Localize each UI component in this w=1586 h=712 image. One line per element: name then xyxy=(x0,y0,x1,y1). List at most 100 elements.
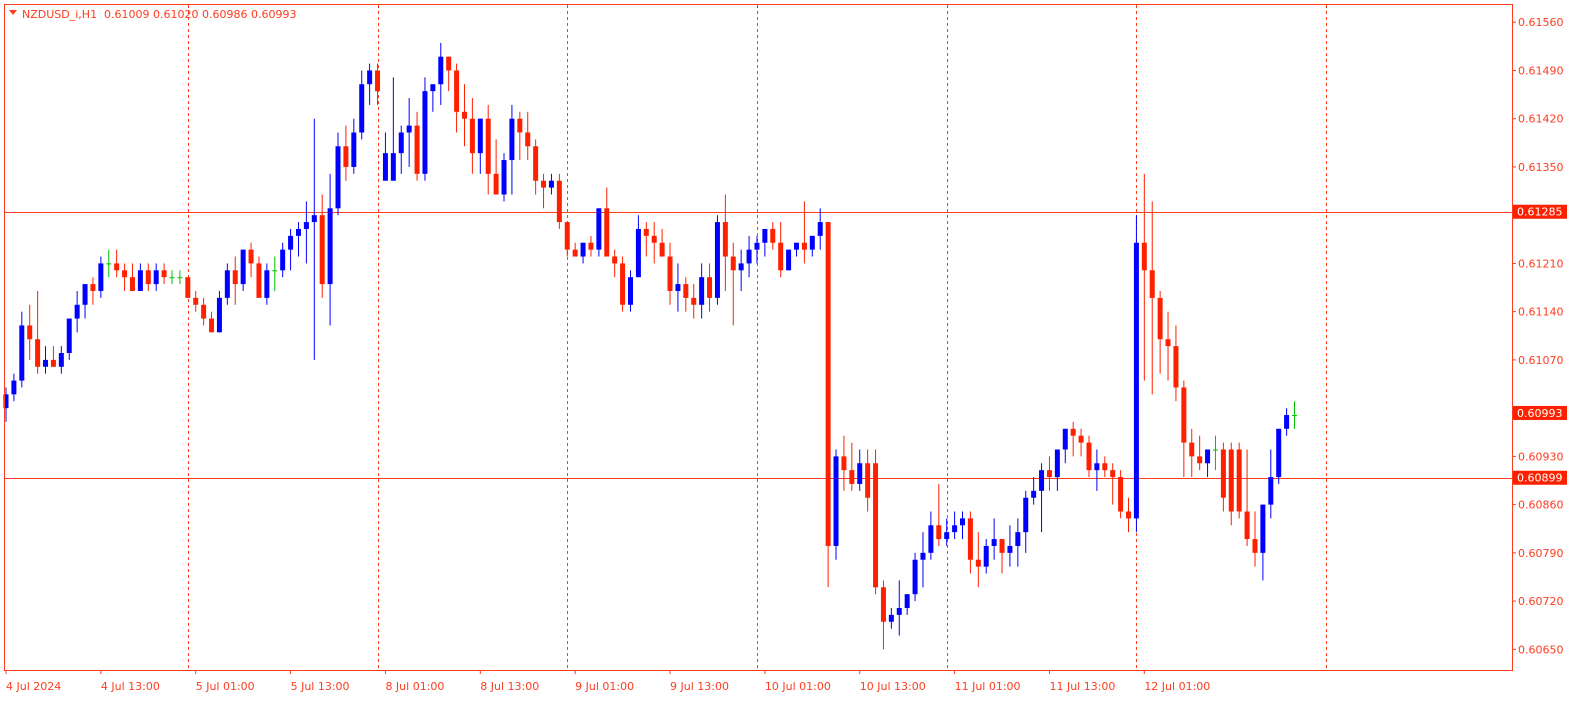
candle-body xyxy=(699,277,705,305)
candle-body xyxy=(461,111,467,119)
candle-body xyxy=(999,539,1005,553)
candle-body xyxy=(114,263,120,271)
price-label: 0.60899 xyxy=(1517,472,1563,485)
candle-body xyxy=(1039,470,1045,491)
candle-body xyxy=(730,256,736,271)
candle-body xyxy=(1031,490,1037,498)
candle-body xyxy=(406,125,412,133)
candle-body xyxy=(517,118,523,133)
candle-body xyxy=(509,118,515,161)
candle-body xyxy=(588,242,594,250)
time-tick-label: 9 Jul 13:00 xyxy=(670,680,729,693)
candle-body xyxy=(801,242,807,250)
candle-body xyxy=(232,270,238,285)
candle-body xyxy=(960,518,966,526)
candle-body xyxy=(873,463,879,588)
candle-body xyxy=(98,263,104,291)
candle-body xyxy=(541,180,547,188)
time-tick-label: 4 Jul 13:00 xyxy=(101,680,160,693)
time-tick-label: 4 Jul 2024 xyxy=(6,680,61,693)
candle-body xyxy=(564,222,570,250)
candle-body xyxy=(27,325,33,340)
candle-body xyxy=(201,304,207,319)
candle-body xyxy=(556,180,562,223)
candle-body xyxy=(896,607,902,615)
candle-body xyxy=(1260,504,1266,553)
candle-body xyxy=(920,552,926,560)
candlestick-chart[interactable]: 0.61560 0.61490 0.61420 0.61350 0.61285 0.612… xyxy=(0,0,1586,708)
candle-body xyxy=(327,208,333,285)
candle-body xyxy=(240,249,246,285)
candle-body xyxy=(19,325,25,381)
candle-body xyxy=(169,277,175,279)
candle-body xyxy=(627,277,633,305)
price-tick-label: 0.60860 xyxy=(1518,499,1564,512)
candle-body xyxy=(422,91,428,174)
time-tick-label: 5 Jul 13:00 xyxy=(291,680,350,693)
candle-body xyxy=(967,518,973,560)
candle xyxy=(556,173,562,229)
candle-body xyxy=(382,153,388,181)
candle-body xyxy=(1078,435,1084,443)
price-tick-label: 0.61490 xyxy=(1518,64,1564,77)
candle-body xyxy=(1015,532,1021,546)
candle-body xyxy=(485,118,491,174)
time-tick-label: 12 Jul 01:00 xyxy=(1144,680,1210,693)
price-tick-label: 0.60930 xyxy=(1518,450,1564,463)
candle-body xyxy=(794,242,799,250)
candle-body xyxy=(770,228,776,243)
candle-body xyxy=(35,339,41,367)
price-tick-label: 0.61210 xyxy=(1518,257,1564,270)
price-tick-label: 0.61420 xyxy=(1518,113,1564,126)
candle-body xyxy=(1141,242,1147,271)
candle-body xyxy=(1046,470,1052,478)
candle-body xyxy=(1292,415,1298,417)
price-tick-label: 0.61560 xyxy=(1518,16,1564,29)
candle xyxy=(422,77,428,181)
candle-body xyxy=(1023,497,1029,533)
candle xyxy=(596,208,602,257)
candle-body xyxy=(1102,463,1108,471)
candle-body xyxy=(683,284,689,298)
time-tick-label: 8 Jul 01:00 xyxy=(385,680,444,693)
candle-body xyxy=(359,84,365,133)
candle-body xyxy=(1149,270,1155,298)
time-tick-label: 11 Jul 13:00 xyxy=(1049,680,1115,693)
candle-body xyxy=(1197,456,1203,464)
candle-body xyxy=(398,132,404,154)
candle-body xyxy=(438,56,444,85)
candle-body xyxy=(738,263,744,271)
price-tick-label: 0.61350 xyxy=(1518,161,1564,174)
candle-body xyxy=(643,228,649,236)
candle-body xyxy=(303,222,309,229)
candle-body xyxy=(833,456,839,546)
candle xyxy=(825,222,831,588)
candle-body xyxy=(50,359,56,367)
candle xyxy=(1133,215,1139,533)
candle-body xyxy=(1086,442,1092,471)
candle-body xyxy=(1236,449,1242,512)
candle-body xyxy=(596,208,602,250)
candle-body xyxy=(865,463,871,498)
price-tick-label: 0.60720 xyxy=(1518,595,1564,608)
candle-body xyxy=(414,125,420,174)
chart-window[interactable]: 0.61560 0.61490 0.61420 0.61350 0.61285 0.612… xyxy=(0,0,1586,708)
candle xyxy=(620,256,626,312)
candle-body xyxy=(122,270,128,278)
candle-body xyxy=(1284,415,1290,429)
candle-body xyxy=(145,270,151,285)
candle-body xyxy=(1007,545,1013,553)
candle-body xyxy=(1054,449,1060,478)
candle-body xyxy=(1062,428,1068,450)
candle-body xyxy=(43,359,49,367)
price-tick-label: 0.60790 xyxy=(1518,547,1564,560)
candle xyxy=(714,215,720,305)
candle-body xyxy=(841,456,847,471)
header-symbol: NZDUSD_i,H1 xyxy=(22,8,97,21)
candle-body xyxy=(469,118,475,154)
candle-body xyxy=(849,470,855,484)
candle-body xyxy=(248,249,254,264)
candle-body xyxy=(1181,387,1187,443)
candle-body xyxy=(185,277,191,298)
candle-body xyxy=(74,304,80,319)
